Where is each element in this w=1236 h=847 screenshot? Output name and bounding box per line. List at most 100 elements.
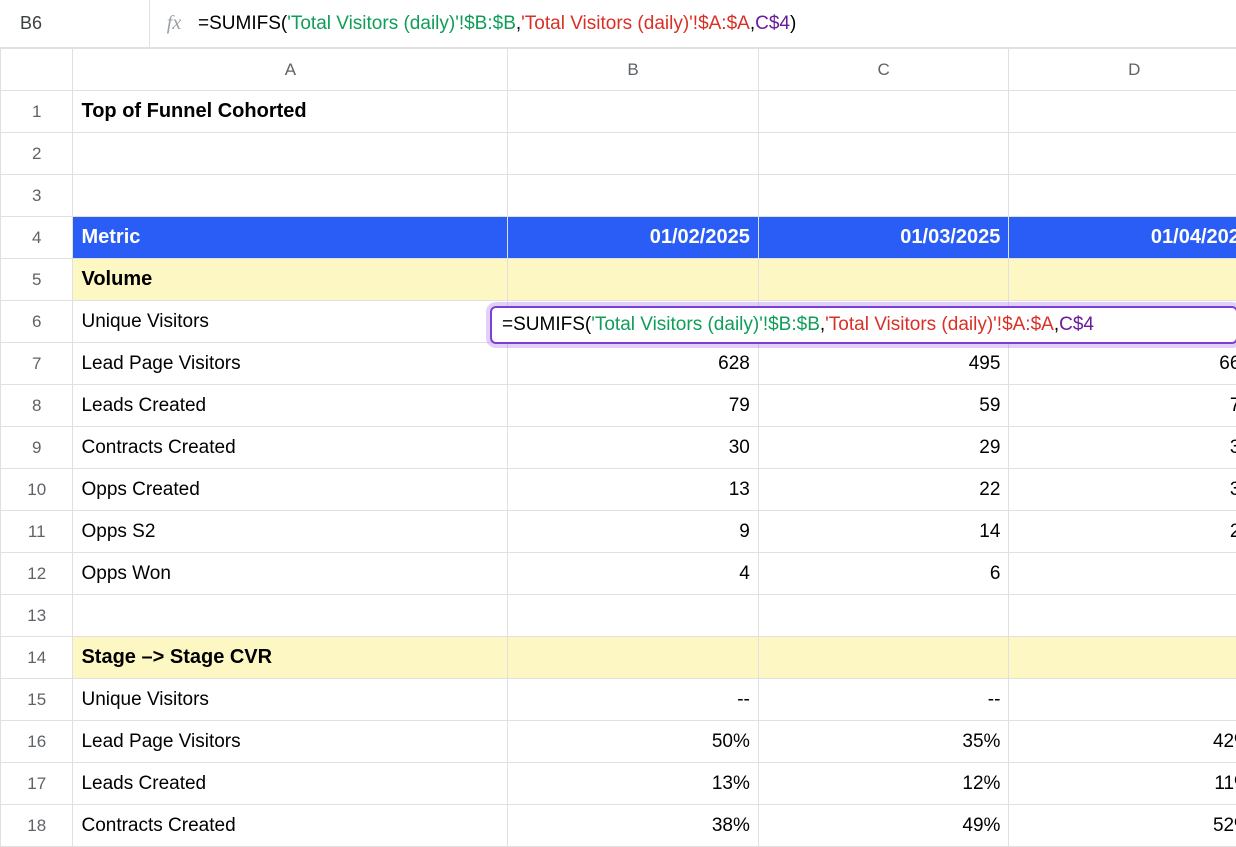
- cell-D17[interactable]: 11%: [1009, 763, 1236, 805]
- cell-D9[interactable]: 38: [1009, 427, 1236, 469]
- row-header[interactable]: 13: [1, 595, 73, 637]
- cell-B15[interactable]: --: [508, 679, 759, 721]
- cell-B3[interactable]: [508, 175, 759, 217]
- row-header[interactable]: 17: [1, 763, 73, 805]
- cell-D8[interactable]: 73: [1009, 385, 1236, 427]
- cell-B4[interactable]: 01/02/2025: [508, 217, 759, 259]
- cell-C5[interactable]: [758, 259, 1009, 301]
- table-row: 5 Volume: [1, 259, 1236, 301]
- cell-D13[interactable]: [1009, 595, 1236, 637]
- cell-A1[interactable]: Top of Funnel Cohorted: [73, 91, 508, 133]
- cell-C11[interactable]: 14: [758, 511, 1009, 553]
- cell-C13[interactable]: [758, 595, 1009, 637]
- cell-D18[interactable]: 52%: [1009, 805, 1236, 847]
- cell-D16[interactable]: 42%: [1009, 721, 1236, 763]
- active-cell-editor[interactable]: =SUMIFS('Total Visitors (daily)'!$B:$B,'…: [490, 306, 1236, 344]
- cell-B18[interactable]: 38%: [508, 805, 759, 847]
- row-header[interactable]: 8: [1, 385, 73, 427]
- cell-A17[interactable]: Leads Created: [73, 763, 508, 805]
- cell-formula-eq: =: [502, 314, 513, 336]
- cell-C1[interactable]: [758, 91, 1009, 133]
- cell-D4[interactable]: 01/04/2025: [1009, 217, 1236, 259]
- cell-A4[interactable]: Metric: [73, 217, 508, 259]
- cell-B14[interactable]: [508, 637, 759, 679]
- row-header[interactable]: 9: [1, 427, 73, 469]
- cell-A8[interactable]: Leads Created: [73, 385, 508, 427]
- cell-A15[interactable]: Unique Visitors: [73, 679, 508, 721]
- cell-B7[interactable]: 628: [508, 343, 759, 385]
- cell-B12[interactable]: 4: [508, 553, 759, 595]
- col-header-A[interactable]: A: [73, 49, 508, 91]
- cell-A2[interactable]: [73, 133, 508, 175]
- row-header[interactable]: 15: [1, 679, 73, 721]
- cell-D15[interactable]: --: [1009, 679, 1236, 721]
- cell-D2[interactable]: [1009, 133, 1236, 175]
- cell-A16[interactable]: Lead Page Visitors: [73, 721, 508, 763]
- col-header-B[interactable]: B: [508, 49, 759, 91]
- cell-C10[interactable]: 22: [758, 469, 1009, 511]
- row-header[interactable]: 18: [1, 805, 73, 847]
- cell-A12[interactable]: Opps Won: [73, 553, 508, 595]
- cell-B17[interactable]: 13%: [508, 763, 759, 805]
- cell-A3[interactable]: [73, 175, 508, 217]
- row-header[interactable]: 6: [1, 301, 73, 343]
- cell-C3[interactable]: [758, 175, 1009, 217]
- cell-C12[interactable]: 6: [758, 553, 1009, 595]
- row-header[interactable]: 2: [1, 133, 73, 175]
- select-all-corner[interactable]: [1, 49, 73, 91]
- formula-input[interactable]: =SUMIFS('Total Visitors (daily)'!$B:$B,'…: [198, 13, 1224, 35]
- cell-D10[interactable]: 30: [1009, 469, 1236, 511]
- cell-A13[interactable]: [73, 595, 508, 637]
- row-header[interactable]: 3: [1, 175, 73, 217]
- cell-D5[interactable]: [1009, 259, 1236, 301]
- cell-D12[interactable]: 8: [1009, 553, 1236, 595]
- cell-A10[interactable]: Opps Created: [73, 469, 508, 511]
- cell-A11[interactable]: Opps S2: [73, 511, 508, 553]
- cell-B10[interactable]: 13: [508, 469, 759, 511]
- col-header-D[interactable]: D: [1009, 49, 1236, 91]
- cell-B1[interactable]: [508, 91, 759, 133]
- cell-D11[interactable]: 20: [1009, 511, 1236, 553]
- cell-B13[interactable]: [508, 595, 759, 637]
- cell-B9[interactable]: 30: [508, 427, 759, 469]
- cell-C17[interactable]: 12%: [758, 763, 1009, 805]
- cell-A14[interactable]: Stage –> Stage CVR: [73, 637, 508, 679]
- cell-A5[interactable]: Volume: [73, 259, 508, 301]
- cell-formula-ref3: C$4: [1059, 314, 1094, 336]
- cell-C2[interactable]: [758, 133, 1009, 175]
- cell-B5[interactable]: [508, 259, 759, 301]
- row-header[interactable]: 11: [1, 511, 73, 553]
- name-box[interactable]: B6: [0, 0, 150, 47]
- row-header[interactable]: 14: [1, 637, 73, 679]
- cell-D14[interactable]: [1009, 637, 1236, 679]
- row-header[interactable]: 4: [1, 217, 73, 259]
- row-header[interactable]: 5: [1, 259, 73, 301]
- cell-A9[interactable]: Contracts Created: [73, 427, 508, 469]
- cell-A7[interactable]: Lead Page Visitors: [73, 343, 508, 385]
- row-header[interactable]: 16: [1, 721, 73, 763]
- cell-D3[interactable]: [1009, 175, 1236, 217]
- row-header[interactable]: 12: [1, 553, 73, 595]
- cell-B8[interactable]: 79: [508, 385, 759, 427]
- cell-C4[interactable]: 01/03/2025: [758, 217, 1009, 259]
- row-header[interactable]: 7: [1, 343, 73, 385]
- cell-D7[interactable]: 668: [1009, 343, 1236, 385]
- cell-C8[interactable]: 59: [758, 385, 1009, 427]
- cell-A6[interactable]: Unique Visitors: [73, 301, 508, 343]
- cell-C16[interactable]: 35%: [758, 721, 1009, 763]
- cell-B2[interactable]: [508, 133, 759, 175]
- row-header[interactable]: 1: [1, 91, 73, 133]
- spreadsheet-grid[interactable]: A B C D 1 Top of Funnel Cohorted 2 3: [0, 48, 1236, 847]
- cell-C14[interactable]: [758, 637, 1009, 679]
- cell-C9[interactable]: 29: [758, 427, 1009, 469]
- cell-C15[interactable]: --: [758, 679, 1009, 721]
- cell-D1[interactable]: [1009, 91, 1236, 133]
- row-header[interactable]: 10: [1, 469, 73, 511]
- cell-C18[interactable]: 49%: [758, 805, 1009, 847]
- table-row: 16 Lead Page Visitors 50% 35% 42%: [1, 721, 1236, 763]
- cell-B11[interactable]: 9: [508, 511, 759, 553]
- cell-B16[interactable]: 50%: [508, 721, 759, 763]
- col-header-C[interactable]: C: [758, 49, 1009, 91]
- cell-A18[interactable]: Contracts Created: [73, 805, 508, 847]
- cell-C7[interactable]: 495: [758, 343, 1009, 385]
